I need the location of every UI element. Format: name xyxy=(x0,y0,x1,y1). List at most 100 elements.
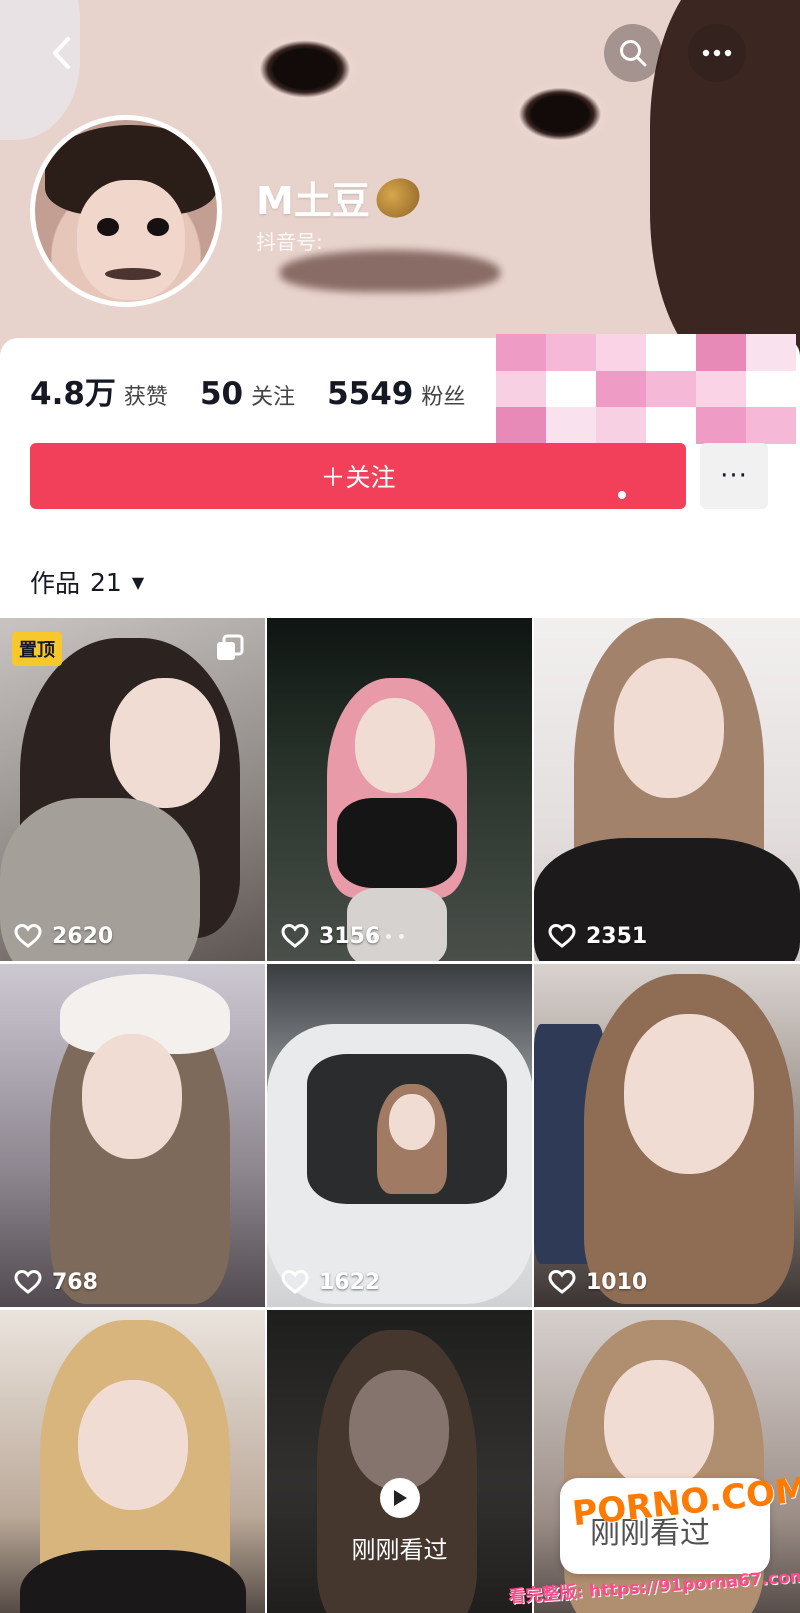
heart-icon xyxy=(548,923,576,948)
thumbnail-shape xyxy=(82,1034,182,1159)
like-count-value: 1010 xyxy=(586,1269,648,1295)
pixelated-redaction xyxy=(496,334,796,444)
avatar-image-part xyxy=(97,218,119,236)
thumbnail-shape xyxy=(337,798,457,888)
stat-value: 50 xyxy=(199,376,244,412)
like-count: 768 xyxy=(14,1269,98,1295)
tab-works-label: 作品 xyxy=(30,569,81,598)
username-text: M土豆 xyxy=(256,179,370,223)
thumbnail-shape xyxy=(614,658,724,798)
stat-following[interactable]: 50 关注 xyxy=(200,376,295,412)
caret-down-icon: ▼ xyxy=(131,572,145,592)
search-icon xyxy=(620,40,647,67)
avatar[interactable] xyxy=(30,115,222,307)
stat-label: 关注 xyxy=(251,385,296,410)
chevron-left-icon xyxy=(53,37,70,69)
banner-background-shape xyxy=(280,250,500,292)
mosaic-cell xyxy=(596,334,646,371)
like-count: 2620 xyxy=(14,923,113,949)
like-count-value: 768 xyxy=(52,1269,98,1295)
avatar-image-part xyxy=(147,218,169,236)
follow-button-label: ＋关注 xyxy=(320,463,396,492)
multi-image-icon xyxy=(217,634,244,660)
stat-value: 4.8万 xyxy=(30,376,116,412)
pinned-badge: 置顶 xyxy=(12,632,62,666)
like-count: 1010 xyxy=(548,1269,647,1295)
like-count: 2351 xyxy=(548,923,647,949)
mosaic-cell xyxy=(546,407,596,444)
avatar-image-part xyxy=(77,180,185,300)
video-tile[interactable]: 3156 xyxy=(267,618,532,961)
video-tile[interactable]: 刚刚看过 xyxy=(267,1310,532,1613)
like-count-value: 2351 xyxy=(586,923,648,949)
stat-label: 粉丝 xyxy=(421,385,466,410)
follow-button[interactable]: ＋关注 xyxy=(30,443,686,509)
video-tile[interactable]: 置顶 2620 xyxy=(0,618,265,961)
more-actions-button[interactable]: ··· xyxy=(700,443,768,509)
mosaic-cell xyxy=(546,334,596,371)
thumbnail-shape xyxy=(78,1380,188,1510)
stat-value: 5549 xyxy=(327,376,414,412)
video-tile[interactable]: 768 xyxy=(0,964,265,1307)
mosaic-cell xyxy=(646,407,696,444)
stat-likes[interactable]: 4.8万 获赞 xyxy=(30,368,168,413)
mosaic-cell xyxy=(596,370,646,408)
stat-followers[interactable]: 5549 粉丝 xyxy=(327,376,465,412)
video-tile[interactable]: 2351 xyxy=(534,618,800,961)
mosaic-cell xyxy=(746,407,796,444)
like-count-value: 2620 xyxy=(52,923,114,949)
profile-stats: 4.8万 获赞 50 关注 5549 粉丝 xyxy=(30,368,465,413)
thumbnail-shape xyxy=(110,678,220,808)
thumbnail-shape xyxy=(389,1094,435,1150)
like-count-value: 1622 xyxy=(319,1269,381,1295)
video-tile[interactable] xyxy=(0,1310,265,1613)
douyin-id-label: 抖音号: xyxy=(256,230,323,254)
potato-icon xyxy=(369,170,426,225)
mosaic-cell xyxy=(496,370,546,408)
mosaic-cell xyxy=(496,407,546,444)
like-count-value: 3156 xyxy=(319,923,381,949)
mosaic-cell xyxy=(546,370,596,408)
recently-viewed-overlay: 刚刚看过 xyxy=(267,1310,532,1613)
heart-icon xyxy=(14,923,42,948)
video-tile[interactable]: 1010 xyxy=(534,964,800,1307)
mosaic-cell xyxy=(746,370,796,408)
tab-works[interactable]: 作品 21 ▼ xyxy=(30,564,144,600)
more-actions-label: ··· xyxy=(720,461,748,491)
mosaic-cell xyxy=(696,407,746,444)
video-grid: 置顶 2620 3156 2351 768 1622 1010 刚刚看过 xyxy=(0,618,800,1613)
heart-icon xyxy=(281,923,309,948)
play-icon xyxy=(379,1478,420,1518)
heart-icon xyxy=(548,1269,576,1294)
more-options-button[interactable] xyxy=(688,24,746,82)
stat-label: 获赞 xyxy=(123,385,168,410)
profile-card: 4.8万 获赞 50 关注 5549 粉丝 ＋关注 ··· 作品 21 ▼ 置顶 xyxy=(0,334,800,1613)
heart-icon xyxy=(14,1269,42,1294)
username: M土豆 xyxy=(256,170,426,225)
video-tile[interactable]: 1622 xyxy=(267,964,532,1307)
like-count: 1622 xyxy=(281,1269,380,1295)
banner-background-shape xyxy=(250,34,360,104)
mosaic-cell xyxy=(596,407,646,444)
recently-viewed-label: 刚刚看过 xyxy=(351,1536,448,1564)
dot-indicator xyxy=(618,491,626,499)
thumbnail-shape xyxy=(604,1360,714,1490)
mosaic-cell xyxy=(496,334,546,371)
banner-background-shape xyxy=(510,82,610,146)
mosaic-cell xyxy=(696,334,746,371)
heart-icon xyxy=(281,1269,309,1294)
back-button[interactable] xyxy=(32,24,90,82)
thumbnail-shape xyxy=(20,1550,246,1613)
carousel-dots xyxy=(373,934,404,939)
thumbnail-shape xyxy=(355,698,435,793)
mosaic-cell xyxy=(696,370,746,408)
search-button[interactable] xyxy=(604,24,662,82)
mosaic-cell xyxy=(746,334,796,371)
like-count: 3156 xyxy=(281,923,380,949)
tab-works-count: 21 xyxy=(90,567,122,597)
mosaic-cell xyxy=(646,334,696,371)
mosaic-cell xyxy=(646,370,696,408)
avatar-image-part xyxy=(105,268,161,280)
ellipsis-icon xyxy=(702,49,732,57)
thumbnail-shape xyxy=(624,1014,754,1174)
